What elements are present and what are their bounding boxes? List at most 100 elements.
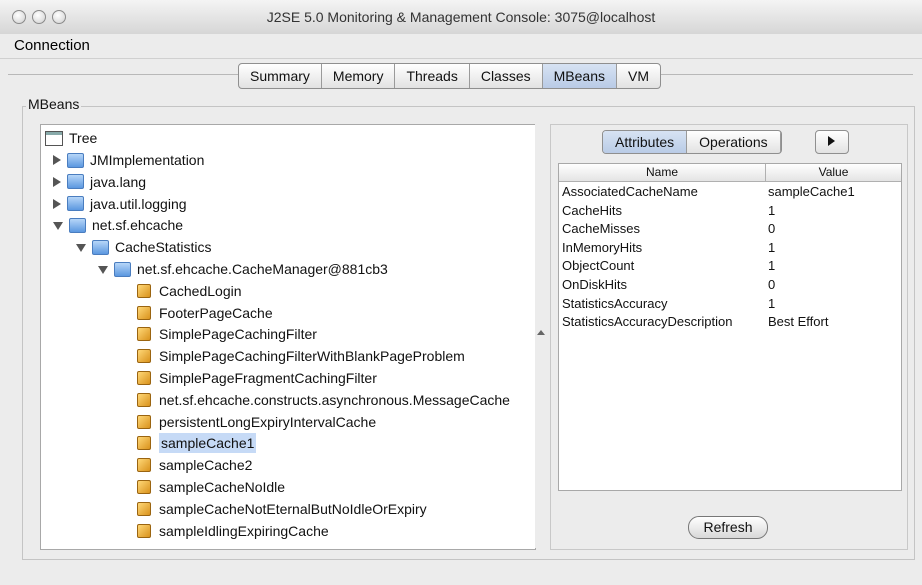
tree-leaf[interactable]: FooterPageCache xyxy=(137,303,273,323)
collapsed-triangle-icon[interactable] xyxy=(53,198,61,209)
mbean-icon xyxy=(137,523,151,538)
mbean-icon xyxy=(137,480,151,494)
tree-leaf[interactable]: sampleCacheNoIdle xyxy=(137,477,285,497)
mbean-icon xyxy=(137,414,151,429)
mbean-icon xyxy=(137,458,151,473)
folder-icon xyxy=(67,174,84,190)
table-row[interactable]: CacheHits 1 xyxy=(562,201,900,220)
table-row[interactable]: CacheMisses 0 xyxy=(562,219,900,238)
mbean-icon xyxy=(137,371,151,385)
tree-leaf[interactable]: sampleCache1 xyxy=(137,433,257,454)
tree-node-label: SimplePageCachingFilterWithBlankPageProb… xyxy=(159,348,465,365)
tree-node[interactable]: net.sf.ehcache.CacheManager@881cb3 xyxy=(98,259,388,279)
column-header-name[interactable]: Name xyxy=(559,164,766,182)
attribute-name: StatisticsAccuracyDescription xyxy=(562,314,733,330)
tree-root-label: Tree xyxy=(69,130,98,146)
tree-leaf[interactable]: SimplePageFragmentCachingFilter xyxy=(137,368,377,388)
tab-classes[interactable]: Classes xyxy=(470,64,543,88)
tree-node-label: CachedLogin xyxy=(159,282,242,299)
tree-leaf[interactable]: net.sf.ehcache.constructs.asynchronous.M… xyxy=(137,390,510,410)
attribute-tab-bar: Attributes Operations xyxy=(602,130,782,154)
tree-leaf[interactable]: sampleIdlingExpiringCache xyxy=(137,521,329,541)
tree-node-label: sampleIdlingExpiringCache xyxy=(159,522,329,539)
tree-leaf[interactable]: sampleCacheNotEternalButNoIdleOrExpiry xyxy=(137,499,427,519)
attribute-value: 1 xyxy=(768,295,776,311)
table-row[interactable]: ObjectCount 1 xyxy=(562,256,900,275)
attribute-name: CacheMisses xyxy=(562,221,641,237)
table-row[interactable]: StatisticsAccuracy 1 xyxy=(562,294,900,313)
table-row[interactable]: InMemoryHits 1 xyxy=(562,238,900,257)
tree-node[interactable]: java.util.logging xyxy=(53,194,187,214)
folder-icon xyxy=(67,152,84,168)
tab-vm[interactable]: VM xyxy=(617,64,660,88)
expanded-triangle-icon[interactable] xyxy=(76,244,86,253)
tree-node-label: net.sf.ehcache xyxy=(92,217,184,234)
tree-node-label: sampleCache2 xyxy=(159,457,253,474)
mbean-icon xyxy=(137,436,151,451)
tree-node[interactable]: java.lang xyxy=(53,172,146,192)
tree-node-label: java.util.logging xyxy=(90,195,187,212)
tab-attributes[interactable]: Attributes xyxy=(603,131,688,153)
table-row[interactable]: OnDiskHits 0 xyxy=(562,275,900,294)
play-arrow-icon xyxy=(828,136,835,146)
split-divider[interactable] xyxy=(535,124,549,548)
tab-mbeans[interactable]: MBeans xyxy=(542,64,617,88)
attribute-value: 1 xyxy=(768,258,776,274)
window-title: J2SE 5.0 Monitoring & Management Console… xyxy=(266,9,656,25)
tab-summary[interactable]: Summary xyxy=(239,64,322,88)
column-header-value[interactable]: Value xyxy=(766,164,901,182)
attributes-table[interactable]: Name Value AssociatedCacheName sampleCach… xyxy=(558,163,902,491)
mbean-icon xyxy=(137,501,151,516)
tree-leaf[interactable]: sampleCache2 xyxy=(137,455,252,475)
tree-leaf[interactable]: SimplePageCachingFilter xyxy=(137,324,317,344)
tab-threads[interactable]: Threads xyxy=(395,64,470,88)
title-bar: J2SE 5.0 Monitoring & Management Console… xyxy=(0,0,922,35)
mbean-icon xyxy=(137,349,151,364)
tree-node-label: persistentLongExpiryIntervalCache xyxy=(159,413,377,430)
attribute-value: 1 xyxy=(768,202,776,218)
tree-node-label: SimplePageCachingFilter xyxy=(159,326,317,343)
attribute-value: 1 xyxy=(768,239,776,255)
refresh-button[interactable]: Refresh xyxy=(688,516,768,539)
tree-node-label: net.sf.ehcache.constructs.asynchronous.M… xyxy=(159,391,510,408)
tab-memory[interactable]: Memory xyxy=(322,64,396,88)
folder-icon xyxy=(92,239,109,255)
expanded-triangle-icon[interactable] xyxy=(53,222,63,231)
tree-node[interactable]: JMImplementation xyxy=(53,150,204,170)
tree-node-label: sampleCacheNoIdle xyxy=(159,479,286,495)
collapsed-triangle-icon[interactable] xyxy=(53,176,61,187)
mbean-tree[interactable]: Tree JMImplementation java.lang java.util.… xyxy=(40,124,536,550)
mbean-icon xyxy=(137,283,151,298)
attribute-name: ObjectCount xyxy=(562,258,635,274)
tree-node-label: CacheStatistics xyxy=(115,239,212,256)
tree-icon xyxy=(45,130,63,146)
expanded-triangle-icon[interactable] xyxy=(98,266,108,274)
tree-leaf[interactable]: SimplePageCachingFilterWithBlankPageProb… xyxy=(137,346,465,366)
tab-operations[interactable]: Operations xyxy=(687,131,781,153)
attribute-name: OnDiskHits xyxy=(562,277,628,292)
tree-node[interactable]: net.sf.ehcache xyxy=(53,215,183,235)
mbean-icon xyxy=(137,327,151,342)
tree-node-label: SimplePageFragmentCachingFilter xyxy=(159,370,377,386)
menu-connection[interactable]: Connection xyxy=(14,37,90,54)
tree-leaf[interactable]: CachedLogin xyxy=(137,281,242,301)
main-tab-bar: Summary Memory Threads Classes MBeans VM xyxy=(238,63,661,89)
collapse-arrow-icon[interactable] xyxy=(537,330,545,335)
folder-icon xyxy=(67,196,84,212)
table-row[interactable]: StatisticsAccuracyDescription Best Effort xyxy=(562,312,900,331)
collapsed-triangle-icon[interactable] xyxy=(53,155,61,165)
attribute-value: Best Effort xyxy=(768,314,829,330)
tree-node-label: JMImplementation xyxy=(90,152,205,168)
table-row[interactable]: AssociatedCacheName sampleCache1 xyxy=(562,182,900,201)
folder-icon xyxy=(69,217,86,233)
attribute-name: CacheHits xyxy=(562,202,622,218)
mbeans-group-label: MBeans xyxy=(26,96,82,112)
tree-leaf[interactable]: persistentLongExpiryIntervalCache xyxy=(137,412,376,432)
attribute-name: StatisticsAccuracy xyxy=(562,295,668,311)
tree-root[interactable]: Tree xyxy=(45,128,97,148)
menu-bar: Connection xyxy=(0,34,922,59)
tree-node-label: sampleCacheNotEternalButNoIdleOrExpiry xyxy=(159,500,427,517)
tree-node[interactable]: CacheStatistics xyxy=(76,237,211,257)
mbean-icon xyxy=(137,305,151,320)
folder-icon xyxy=(114,261,131,277)
